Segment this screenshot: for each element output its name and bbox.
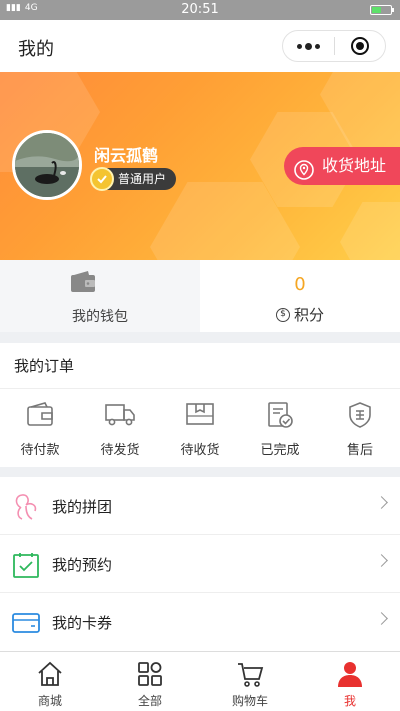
profile-banner: 闲云孤鹤 普通用户 收货地址	[0, 72, 400, 260]
my-wallet-entry[interactable]: 我的钱包	[0, 260, 200, 332]
wallet-icon	[27, 402, 53, 426]
tab-all[interactable]: 全部	[100, 652, 200, 711]
target-close-icon	[350, 37, 369, 55]
wallet-icon	[70, 270, 96, 298]
dot-icon	[315, 43, 320, 49]
calendar-check-icon	[13, 553, 39, 578]
points-entry[interactable]: 0 $ 积分	[200, 260, 400, 332]
package-icon	[186, 403, 214, 425]
account-stats: 我的钱包 0 $ 积分	[0, 260, 400, 332]
nav-bar: 我的	[0, 20, 400, 72]
tab-label: 全部	[137, 694, 162, 708]
order-status-label: 已完成	[260, 443, 300, 458]
points-value: 0	[294, 274, 306, 295]
order-pending-payment[interactable]: 待付款	[0, 389, 80, 467]
decor-hexagon	[340, 202, 400, 260]
status-time: 20:51	[181, 2, 219, 17]
menu-item-reservation[interactable]: 我的预约	[0, 535, 400, 593]
truck-icon	[105, 404, 135, 426]
menu-item-coupons[interactable]: 我的卡券	[0, 593, 400, 651]
chevron-right-icon	[375, 554, 388, 567]
chevron-right-icon	[375, 612, 388, 625]
order-status-label: 待付款	[20, 443, 60, 458]
bottom-tab-bar: 商城 全部 购物车 我	[0, 651, 400, 711]
order-status-label: 售后	[346, 443, 373, 458]
tab-label: 我	[343, 694, 356, 708]
orders-title[interactable]: 我的订单	[0, 343, 400, 389]
tab-mall[interactable]: 商城	[0, 652, 100, 711]
menu-item-group-buy[interactable]: 我的拼团	[0, 477, 400, 535]
order-status-row: 待付款 待发货 待收货 已完成 售后	[0, 389, 400, 467]
page-title: 我的	[18, 39, 54, 60]
battery-icon	[370, 5, 394, 15]
shipping-address-label: 收货地址	[322, 156, 387, 175]
cart-icon	[238, 663, 264, 687]
dot-icon	[305, 42, 312, 50]
order-after-sales[interactable]: 售后	[320, 389, 400, 467]
menu-item-label: 我的卡券	[52, 614, 113, 632]
tab-me[interactable]: 我	[300, 652, 400, 711]
completed-doc-icon	[268, 402, 293, 428]
person-icon	[338, 662, 362, 687]
order-status-label: 待发货	[100, 443, 140, 458]
tab-label: 商城	[37, 694, 62, 708]
member-level-label: 普通用户	[118, 172, 167, 186]
wallet-label: 我的钱包	[72, 309, 128, 325]
points-label-row: $ 积分	[200, 304, 400, 325]
after-sales-shield-icon	[349, 402, 371, 428]
order-pending-shipment[interactable]: 待发货	[80, 389, 160, 467]
group-buy-icon	[15, 494, 37, 520]
menu-item-label: 我的拼团	[52, 498, 113, 516]
shipping-address-button[interactable]: 收货地址	[284, 147, 400, 185]
home-icon	[38, 661, 62, 686]
tab-label: 购物车	[231, 694, 268, 708]
close-mini-program-button[interactable]	[335, 31, 385, 61]
dot-icon	[297, 43, 302, 49]
order-pending-receipt[interactable]: 待收货	[160, 389, 240, 467]
more-options-button[interactable]	[283, 31, 334, 61]
medal-check-icon	[90, 167, 114, 191]
avatar[interactable]	[12, 130, 82, 200]
points-label: 积分	[293, 306, 324, 324]
location-pin-icon	[294, 156, 314, 194]
tab-cart[interactable]: 购物车	[200, 652, 300, 711]
grid-icon	[138, 662, 162, 686]
chevron-right-icon	[375, 496, 388, 509]
user-nickname: 闲云孤鹤	[94, 146, 159, 165]
order-status-label: 待收货	[180, 443, 220, 458]
mini-program-capsule	[282, 30, 386, 62]
status-bar: ▮▮▮ 4G 20:51	[0, 0, 400, 20]
feature-menu: 我的拼团 我的预约 我的卡券	[0, 477, 400, 651]
menu-item-label: 我的预约	[52, 556, 113, 574]
dollar-icon: $	[275, 307, 290, 322]
card-icon	[12, 613, 40, 633]
member-level-badge: 普通用户	[90, 167, 177, 191]
orders-section: 我的订单 待付款 待发货 待收货 已完成 售后	[0, 343, 400, 467]
order-completed[interactable]: 已完成	[240, 389, 320, 467]
